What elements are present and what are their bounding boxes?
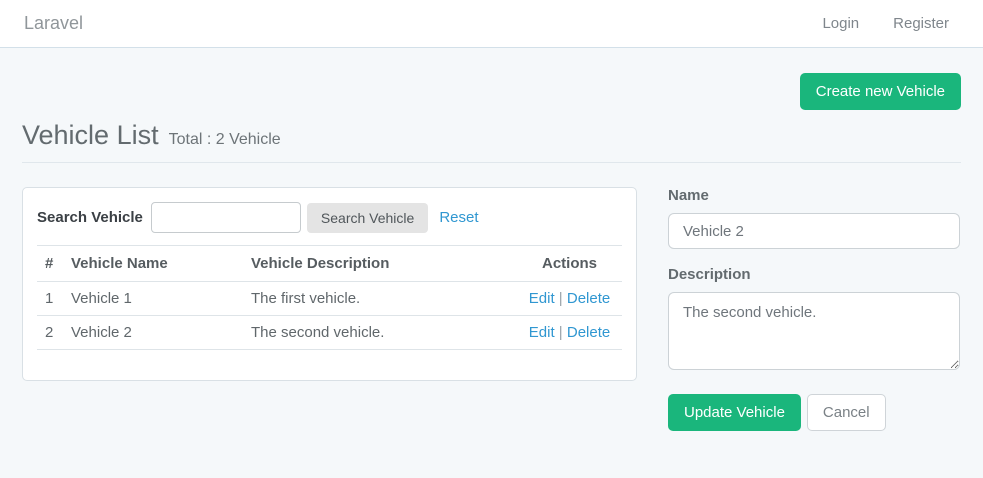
row-actions: Edit | Delete	[517, 282, 622, 316]
delete-link[interactable]: Delete	[567, 324, 610, 341]
navbar: Laravel Login Register	[0, 0, 983, 48]
row-number: 2	[37, 316, 63, 350]
action-separator: |	[559, 290, 563, 307]
header-actions: Actions	[517, 246, 622, 282]
edit-vehicle-form: Name Description The second vehicle. Upd…	[668, 187, 960, 431]
brand-laravel[interactable]: Laravel	[24, 13, 83, 34]
total-count-label: Total : 2 Vehicle	[169, 131, 281, 149]
cancel-button[interactable]: Cancel	[807, 394, 886, 431]
description-field-group: Description The second vehicle.	[668, 266, 960, 375]
name-field[interactable]	[668, 213, 960, 249]
edit-link[interactable]: Edit	[529, 290, 555, 307]
row-vehicle-name: Vehicle 2	[63, 316, 243, 350]
page-header: Vehicle List Total : 2 Vehicle	[22, 120, 961, 151]
page-title: Vehicle List	[22, 120, 159, 151]
row-vehicle-name: Vehicle 1	[63, 282, 243, 316]
row-vehicle-description: The first vehicle.	[243, 282, 517, 316]
update-vehicle-button[interactable]: Update Vehicle	[668, 394, 801, 431]
vehicle-list-card: Search Vehicle Search Vehicle Reset # Ve…	[22, 187, 637, 381]
reset-link[interactable]: Reset	[439, 209, 478, 226]
description-field[interactable]: The second vehicle.	[668, 292, 960, 370]
search-input[interactable]	[151, 202, 301, 233]
search-row: Search Vehicle Search Vehicle Reset	[37, 198, 622, 245]
delete-link[interactable]: Delete	[567, 290, 610, 307]
action-separator: |	[559, 324, 563, 341]
row-actions: Edit | Delete	[517, 316, 622, 350]
name-field-group: Name	[668, 187, 960, 249]
header-vehicle-name: Vehicle Name	[63, 246, 243, 282]
register-link[interactable]: Register	[893, 15, 949, 32]
page-container: Create new Vehicle Vehicle List Total : …	[0, 73, 983, 431]
table-header-row: # Vehicle Name Vehicle Description Actio…	[37, 246, 622, 282]
main-content: Search Vehicle Search Vehicle Reset # Ve…	[22, 187, 961, 431]
search-label: Search Vehicle	[37, 209, 143, 226]
navbar-links: Login Register	[822, 15, 949, 32]
table-row: 2 Vehicle 2 The second vehicle. Edit | D…	[37, 316, 622, 350]
table-row: 1 Vehicle 1 The first vehicle. Edit | De…	[37, 282, 622, 316]
row-number: 1	[37, 282, 63, 316]
edit-link[interactable]: Edit	[529, 324, 555, 341]
header-divider	[22, 162, 961, 163]
vehicle-table: # Vehicle Name Vehicle Description Actio…	[37, 245, 622, 350]
form-buttons-row: Update Vehicle Cancel	[668, 394, 960, 431]
search-button[interactable]: Search Vehicle	[307, 203, 428, 233]
header-vehicle-description: Vehicle Description	[243, 246, 517, 282]
login-link[interactable]: Login	[822, 15, 859, 32]
name-label: Name	[668, 187, 960, 204]
header-number: #	[37, 246, 63, 282]
top-actions-row: Create new Vehicle	[22, 73, 961, 110]
description-label: Description	[668, 266, 960, 283]
create-new-vehicle-button[interactable]: Create new Vehicle	[800, 73, 961, 110]
row-vehicle-description: The second vehicle.	[243, 316, 517, 350]
